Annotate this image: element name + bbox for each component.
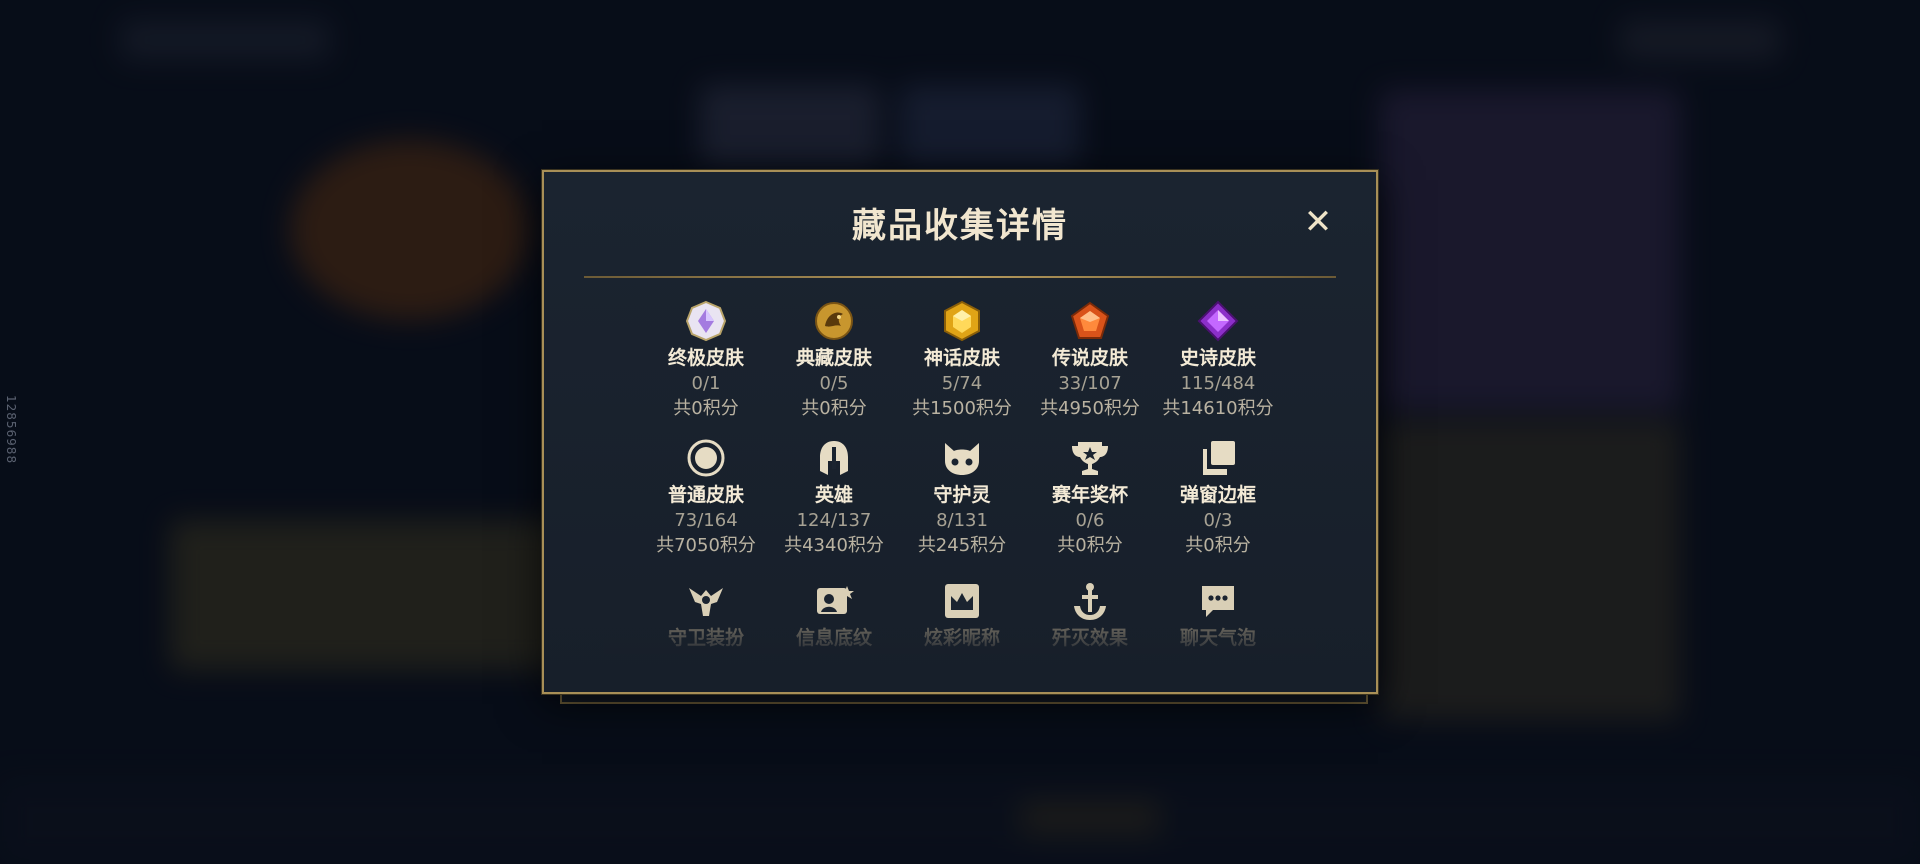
collection-item-prestige-skin[interactable]: 典藏皮肤 0/5 共0积分 bbox=[770, 300, 898, 421]
side-id-text: 12856988 bbox=[4, 395, 18, 465]
collection-points: 共1500积分 bbox=[912, 398, 1012, 419]
collection-points: 共0积分 bbox=[673, 398, 739, 419]
nickname-icon bbox=[941, 580, 983, 622]
epic-skin-icon bbox=[1197, 300, 1239, 342]
collection-item-normal-skin[interactable]: 普通皮肤 73/164 共7050积分 bbox=[642, 437, 770, 558]
collection-count: 115/484 bbox=[1180, 373, 1256, 394]
collection-name: 歼灭效果 bbox=[1051, 627, 1128, 649]
chat-bubble-icon bbox=[1197, 580, 1239, 622]
collection-name: 神话皮肤 bbox=[923, 347, 1000, 369]
guardian-icon bbox=[941, 437, 983, 479]
champion-helmet-icon bbox=[813, 437, 855, 479]
collection-item-ward-skin[interactable]: 守卫装扮 bbox=[642, 580, 770, 651]
normal-skin-icon bbox=[685, 437, 727, 479]
collection-points: 共4950积分 bbox=[1040, 398, 1140, 419]
collection-name: 聊天气泡 bbox=[1179, 627, 1256, 649]
modal-title: 藏品收集详情 bbox=[852, 206, 1068, 246]
collection-item-info-banner[interactable]: 信息底纹 bbox=[770, 580, 898, 651]
collection-item-guardian[interactable]: 守护灵 8/131 共245积分 bbox=[898, 437, 1026, 558]
prestige-skin-icon bbox=[813, 300, 855, 342]
collection-points: 共245积分 bbox=[917, 535, 1007, 556]
collection-name: 炫彩昵称 bbox=[923, 627, 1000, 649]
collection-count: 8/131 bbox=[936, 510, 988, 531]
collection-item-legendary-skin[interactable]: 传说皮肤 33/107 共4950积分 bbox=[1026, 300, 1154, 421]
collection-name: 英雄 bbox=[814, 484, 853, 506]
collection-points: 共4340积分 bbox=[784, 535, 884, 556]
collection-name: 信息底纹 bbox=[795, 627, 872, 649]
ward-skin-icon bbox=[685, 580, 727, 622]
frame-icon bbox=[1197, 437, 1239, 479]
collection-count: 0/3 bbox=[1203, 510, 1233, 531]
collection-points: 共14610积分 bbox=[1162, 398, 1274, 419]
trophy-icon bbox=[1069, 437, 1111, 479]
collection-points: 共0积分 bbox=[1057, 535, 1123, 556]
collection-name: 赛年奖杯 bbox=[1051, 484, 1128, 506]
collection-count: 5/74 bbox=[941, 373, 983, 394]
modal-base-edge bbox=[560, 694, 1368, 704]
collection-count: 0/6 bbox=[1075, 510, 1105, 531]
collection-item-epic-skin[interactable]: 史诗皮肤 115/484 共14610积分 bbox=[1154, 300, 1282, 421]
collection-points: 共0积分 bbox=[801, 398, 867, 419]
collection-name: 终极皮肤 bbox=[667, 347, 744, 369]
collection-name: 普通皮肤 bbox=[667, 484, 744, 506]
collection-item-season-trophy[interactable]: 赛年奖杯 0/6 共0积分 bbox=[1026, 437, 1154, 558]
collection-points: 共0积分 bbox=[1185, 535, 1251, 556]
collection-count: 73/164 bbox=[674, 510, 738, 531]
collection-name: 典藏皮肤 bbox=[795, 347, 872, 369]
collection-item-chat-bubble[interactable]: 聊天气泡 bbox=[1154, 580, 1282, 651]
collection-grid: 终极皮肤 0/1 共0积分 典藏皮肤 0/5 共0积分 神话皮肤 5/74 共1… bbox=[642, 300, 1282, 558]
legendary-skin-icon bbox=[1069, 300, 1111, 342]
collection-item-mythic-skin[interactable]: 神话皮肤 5/74 共1500积分 bbox=[898, 300, 1026, 421]
collection-name: 守护灵 bbox=[933, 484, 991, 506]
collection-details-modal: 藏品收集详情 ✕ 终极皮肤 0/1 共0积分 典藏皮肤 0/5 共0积分 神话皮 bbox=[542, 170, 1378, 694]
collection-name: 守卫装扮 bbox=[667, 627, 744, 649]
collection-item-colorful-nickname[interactable]: 炫彩昵称 bbox=[898, 580, 1026, 651]
collection-item-ultimate-skin[interactable]: 终极皮肤 0/1 共0积分 bbox=[642, 300, 770, 421]
banner-icon bbox=[813, 580, 855, 622]
collection-name: 史诗皮肤 bbox=[1179, 347, 1256, 369]
ultimate-skin-icon bbox=[685, 300, 727, 342]
collection-count: 124/137 bbox=[796, 510, 872, 531]
close-button[interactable]: ✕ bbox=[1300, 202, 1336, 242]
collection-grid-more: 守卫装扮 信息底纹 炫彩昵称 歼灭效果 聊天气泡 bbox=[642, 580, 1282, 651]
kill-effect-icon bbox=[1069, 580, 1111, 622]
collection-points: 共7050积分 bbox=[656, 535, 756, 556]
title-divider bbox=[584, 276, 1336, 278]
collection-count: 0/5 bbox=[819, 373, 849, 394]
collection-count: 33/107 bbox=[1058, 373, 1122, 394]
mythic-skin-icon bbox=[941, 300, 983, 342]
collection-count: 0/1 bbox=[691, 373, 721, 394]
collection-item-kill-effect[interactable]: 歼灭效果 bbox=[1026, 580, 1154, 651]
collection-item-champion[interactable]: 英雄 124/137 共4340积分 bbox=[770, 437, 898, 558]
collection-item-popup-frame[interactable]: 弹窗边框 0/3 共0积分 bbox=[1154, 437, 1282, 558]
collection-name: 传说皮肤 bbox=[1051, 347, 1128, 369]
collection-name: 弹窗边框 bbox=[1179, 484, 1256, 506]
